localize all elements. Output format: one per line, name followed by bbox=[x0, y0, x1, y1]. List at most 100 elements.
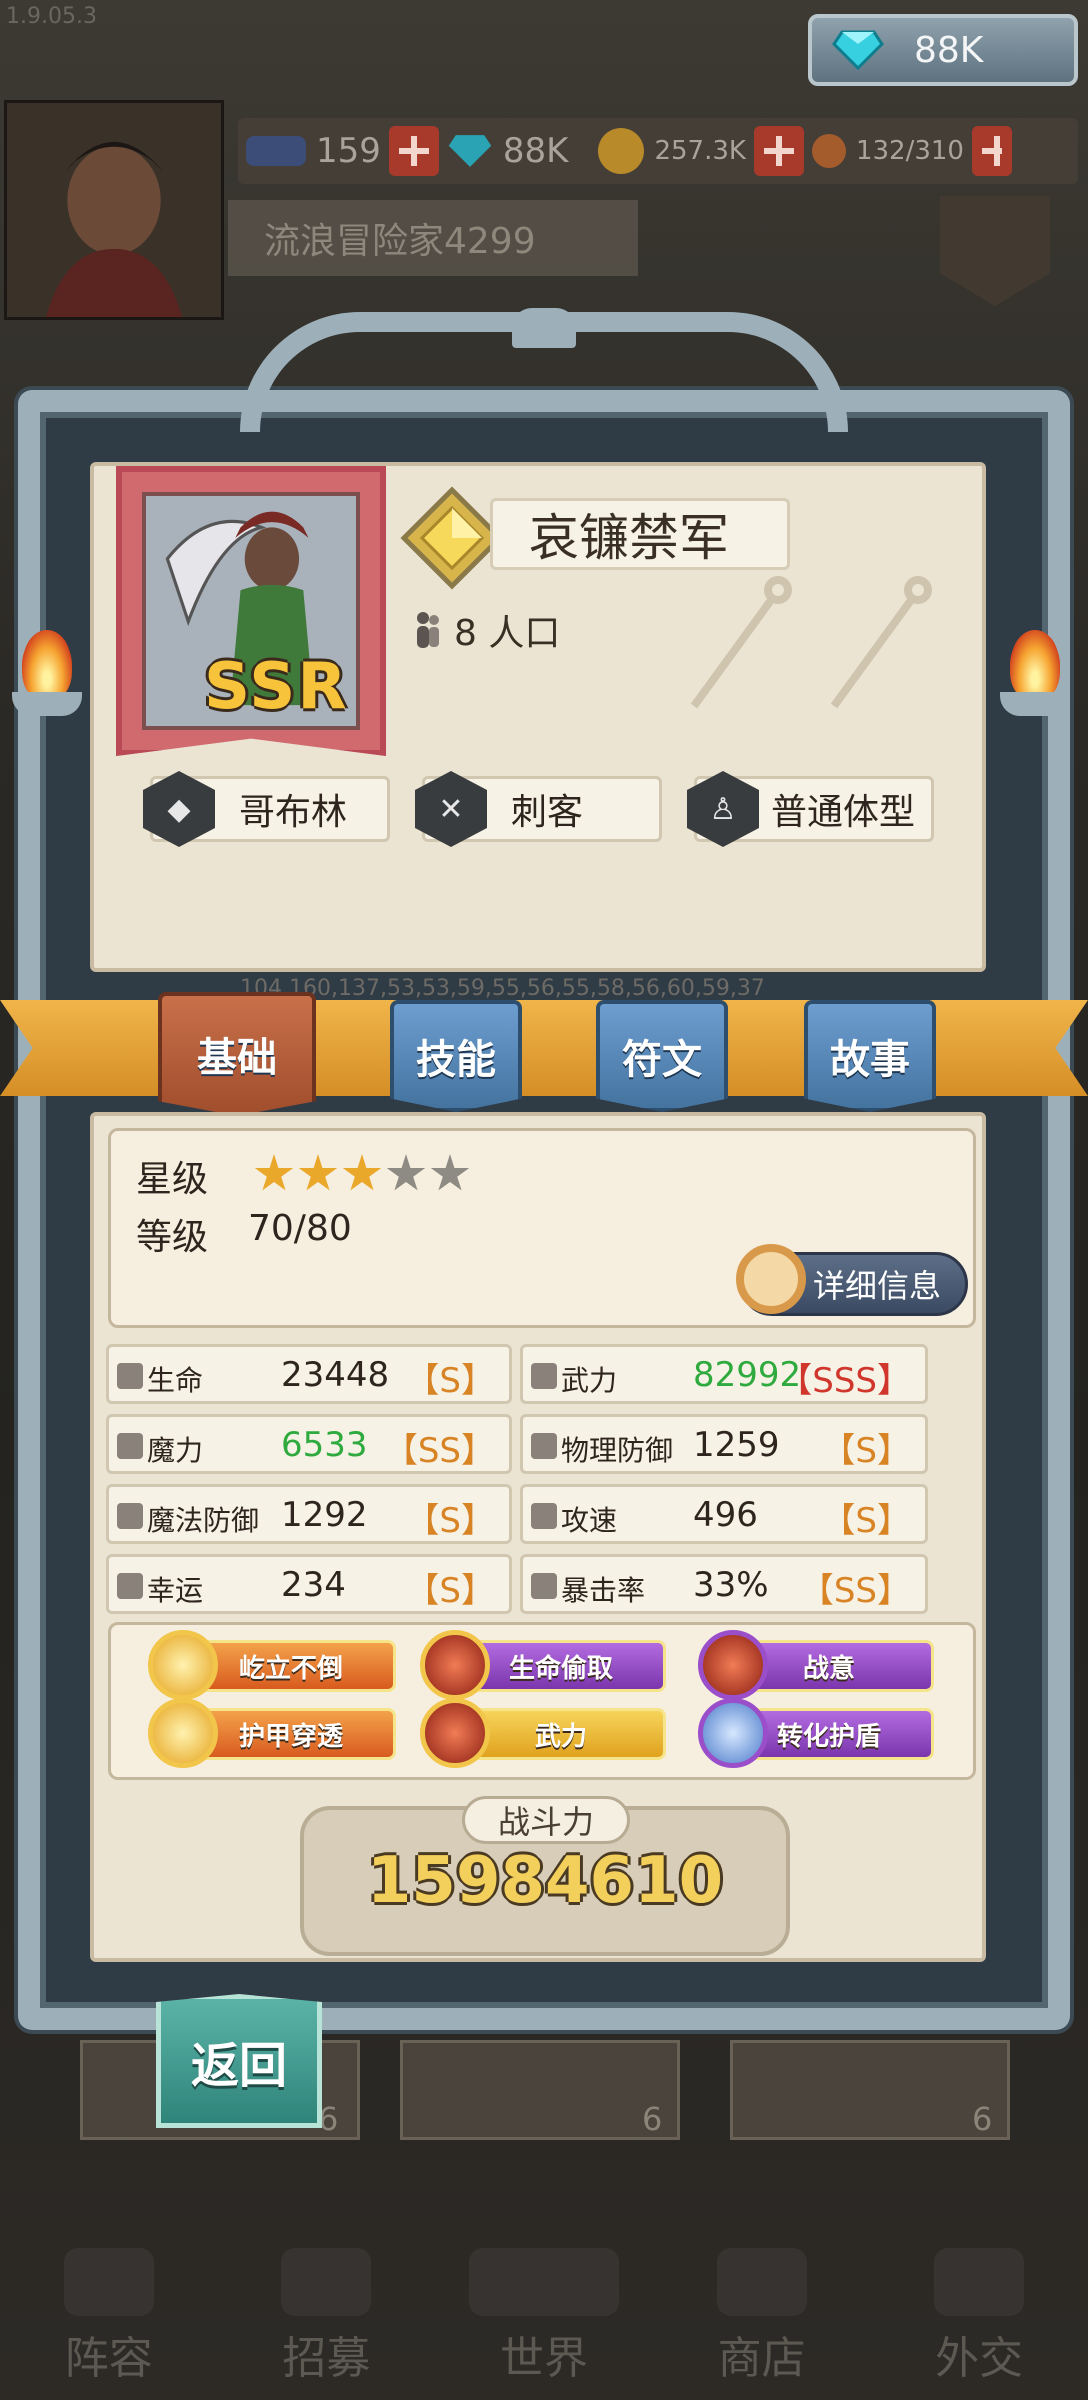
stat-name: 魔力 bbox=[147, 1434, 204, 1467]
trait-race[interactable]: ◆ 哥布林 bbox=[143, 771, 390, 847]
power-label: 战斗力 bbox=[462, 1796, 630, 1844]
fist-icon bbox=[531, 1503, 557, 1529]
stat-grade: 【SS】 bbox=[383, 1431, 495, 1471]
stat-luck: 幸运 234 【S】 bbox=[106, 1554, 512, 1614]
star-filled-icon bbox=[342, 1154, 382, 1191]
nav-label: 商店 bbox=[717, 2333, 806, 2384]
food-amount: 132/310 bbox=[855, 136, 964, 166]
star-filled-icon bbox=[298, 1154, 338, 1191]
nav-world[interactable]: 世界 bbox=[435, 2248, 653, 2400]
add-stamina-button[interactable] bbox=[388, 126, 439, 176]
nav-recruit[interactable]: 招募 bbox=[218, 2248, 436, 2400]
nav-label: 阵容 bbox=[64, 2333, 153, 2384]
castle-icon bbox=[468, 2248, 619, 2316]
trait-class[interactable]: ✕ 刺客 bbox=[415, 771, 662, 847]
stat-value: 33% bbox=[693, 1565, 769, 1605]
stat-value: 6533 bbox=[281, 1425, 368, 1465]
stat-attack-speed: 攻速 496 【S】 bbox=[520, 1484, 928, 1544]
nav-label: 世界 bbox=[499, 2333, 588, 2384]
food-resource: 132/310 bbox=[811, 134, 964, 168]
stat-magic-defense: 魔法防御 1292 【S】 bbox=[106, 1484, 512, 1544]
stamina-amount: 159 bbox=[316, 131, 381, 171]
skill-force-icon bbox=[420, 1698, 490, 1768]
skill-fighting-spirit-icon bbox=[698, 1630, 768, 1700]
stat-value: 23448 bbox=[281, 1355, 390, 1395]
trait-body[interactable]: ♙ 普通体型 bbox=[687, 771, 934, 847]
bottom-nav: 阵容 招募 世界 商店 外交 bbox=[0, 2248, 1088, 2400]
resource-bar: 159 88K 257.3K 132/310 bbox=[238, 118, 1078, 184]
stat-value: 234 bbox=[281, 1565, 346, 1605]
power-value: 15984610 bbox=[366, 1844, 724, 1918]
gold-coin-icon bbox=[598, 128, 645, 174]
frame-knob bbox=[512, 308, 576, 348]
nav-lineup[interactable]: 阵容 bbox=[0, 2248, 218, 2400]
nav-shop[interactable]: 商店 bbox=[653, 2248, 871, 2400]
stat-name: 魔法防御 bbox=[147, 1504, 260, 1537]
tab-story[interactable]: 故事 bbox=[804, 1000, 936, 1112]
population-info: 8 人口 bbox=[412, 604, 560, 656]
stat-name: 物理防御 bbox=[561, 1434, 674, 1467]
tab-skills[interactable]: 技能 bbox=[390, 1000, 522, 1112]
torch-right-icon bbox=[1000, 630, 1070, 720]
star-empty-icon bbox=[430, 1154, 470, 1191]
nav-label: 外交 bbox=[935, 2333, 1024, 2384]
diamond-icon bbox=[447, 133, 493, 169]
population-icon bbox=[417, 612, 439, 648]
diamond-currency-display[interactable]: 88K bbox=[808, 14, 1078, 86]
shield-icon bbox=[531, 1433, 557, 1459]
magnifier-icon bbox=[736, 1244, 806, 1314]
stat-physical-defense: 物理防御 1259 【S】 bbox=[520, 1414, 928, 1474]
stat-grade: 【S】 bbox=[405, 1501, 495, 1541]
star-rating bbox=[254, 1154, 470, 1194]
stat-value: 1292 bbox=[281, 1495, 368, 1535]
handshake-icon bbox=[934, 2248, 1025, 2316]
stat-name: 幸运 bbox=[147, 1574, 204, 1607]
crossed-daggers-icon: ✕ bbox=[415, 771, 487, 847]
level-label: 等级 bbox=[136, 1217, 209, 1258]
diamond-resource-amount: 88K bbox=[502, 131, 569, 171]
stat-grade: 【S】 bbox=[821, 1501, 911, 1541]
stat-crit-rate: 暴击率 33% 【SS】 bbox=[520, 1554, 928, 1614]
skill-stand-icon bbox=[148, 1630, 218, 1700]
player-name[interactable]: 流浪冒险家4299 bbox=[228, 200, 638, 276]
nav-diplomacy[interactable]: 外交 bbox=[870, 2248, 1088, 2400]
stamina-resource: 159 bbox=[246, 131, 381, 171]
stat-value: 1259 bbox=[693, 1425, 780, 1465]
stat-attack: 武力 82992 【SSS】 bbox=[520, 1344, 928, 1404]
skill-armor-pierce-icon bbox=[148, 1698, 218, 1768]
hero-traits: ◆ 哥布林 ✕ 刺客 ♙ 普通体型 bbox=[140, 771, 940, 850]
stat-name: 暴击率 bbox=[561, 1574, 646, 1607]
body-type-icon: ♙ bbox=[687, 771, 759, 847]
star-empty-icon bbox=[386, 1154, 426, 1191]
player-avatar[interactable] bbox=[4, 100, 224, 320]
add-food-button[interactable] bbox=[971, 126, 1012, 176]
heart-icon bbox=[117, 1363, 143, 1389]
trait-body-label: 普通体型 bbox=[771, 792, 916, 833]
diamond-icon bbox=[832, 30, 884, 71]
background-card-count: 6 bbox=[642, 2100, 663, 2138]
skill-shield-convert-icon bbox=[698, 1698, 768, 1768]
burst-icon bbox=[531, 1573, 557, 1599]
meat-icon bbox=[811, 134, 846, 168]
stat-name: 武力 bbox=[561, 1364, 618, 1397]
background-hero-card bbox=[730, 2040, 1010, 2140]
version-label: 1.9.05.3 bbox=[6, 4, 97, 29]
detail-info-label: 详细信息 bbox=[812, 1267, 941, 1305]
gold-resource: 257.3K bbox=[598, 128, 746, 174]
add-gold-button[interactable] bbox=[753, 126, 804, 176]
tab-basic[interactable]: 基础 bbox=[158, 992, 316, 1116]
gold-amount: 257.3K bbox=[654, 136, 746, 166]
stat-grade: 【S】 bbox=[405, 1361, 495, 1401]
stat-grade: 【S】 bbox=[821, 1431, 911, 1471]
clover-icon bbox=[117, 1573, 143, 1599]
tab-runes[interactable]: 符文 bbox=[596, 1000, 728, 1112]
diamond-amount: 88K bbox=[914, 29, 984, 71]
hero-name: 哀镰禁军 bbox=[490, 498, 790, 570]
nav-label: 招募 bbox=[282, 2333, 371, 2384]
stat-name: 生命 bbox=[147, 1364, 204, 1397]
back-button[interactable]: 返回 bbox=[156, 1994, 322, 2128]
magic-icon bbox=[117, 1433, 143, 1459]
rarity-badge: SSR bbox=[204, 650, 349, 724]
stat-grade: 【S】 bbox=[405, 1571, 495, 1611]
stat-value: 496 bbox=[693, 1495, 758, 1535]
